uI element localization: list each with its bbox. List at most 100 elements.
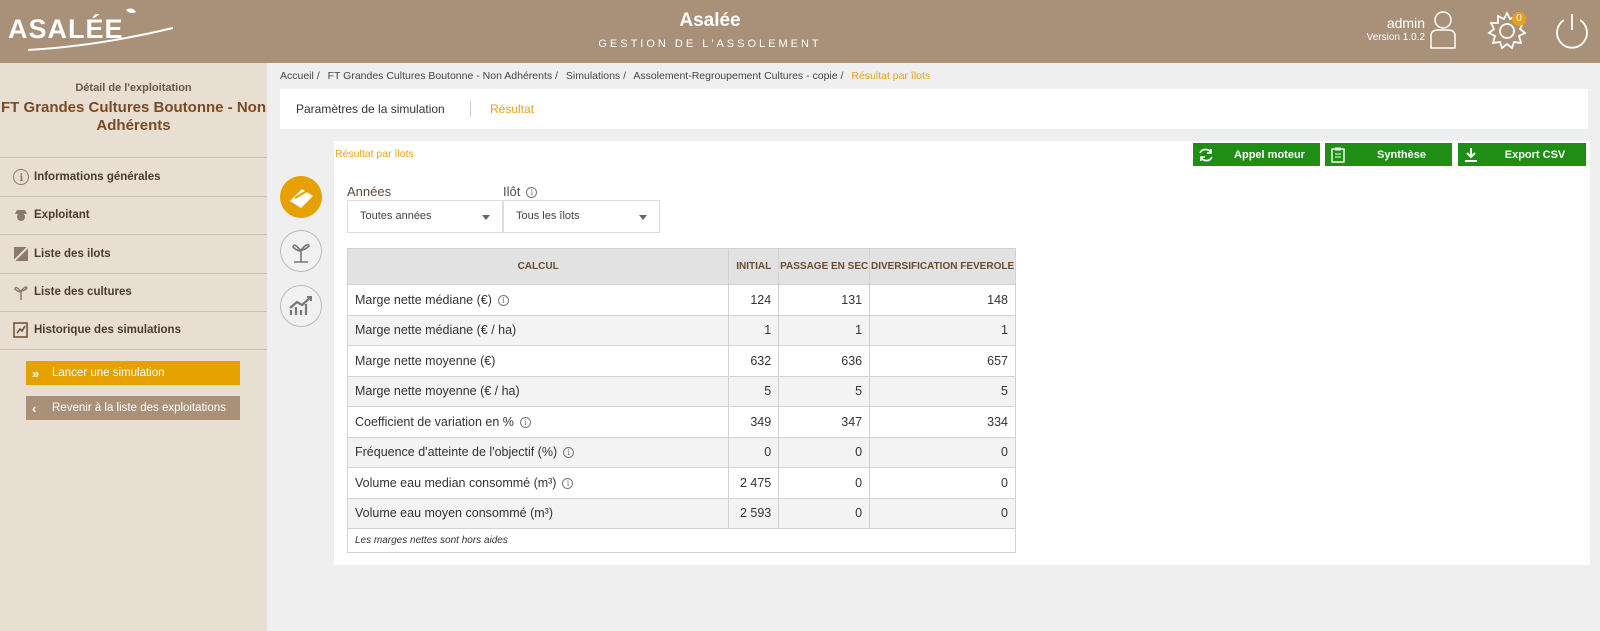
row-label-cell: Marge nette médiane (€ / ha) [346,314,730,346]
col-header-diversification: DIVERSIFICATION FEVEROLE [869,248,1016,285]
history-icon [13,322,28,338]
sidebar-item-cultures[interactable]: Liste des cultures [0,272,267,312]
row-label-cell: Fréquence d'atteinte de l'objectif (%) i [346,436,730,468]
col-header-passage-sec: PASSAGE EN SEC [778,248,871,285]
parcel-icon [13,246,29,262]
row-label: Volume eau moyen consommé (m³) [355,506,553,521]
col-header-initial: INITIAL [728,248,780,285]
app-title: Asalée [679,10,741,31]
subtab-resultat-ilots[interactable]: Résultat par îlots [335,148,414,160]
info-icon[interactable]: i [562,477,574,489]
user-name[interactable]: admin [1387,15,1425,31]
refresh-icon [1199,148,1213,161]
breadcrumb-simulation[interactable]: Assolement-Regroupement Cultures - copie… [633,70,843,82]
value-cell: 0 [869,436,1016,468]
value-cell: 1 [778,314,871,346]
export-csv-label: Export CSV [1504,148,1566,161]
years-select[interactable]: Toutes années [347,200,503,233]
sidebar-item-ilots[interactable]: Liste des ilots [0,234,267,273]
value-cell: 0 [778,467,871,499]
table-footer-row: Les marges nettes sont hors aides [347,528,1016,553]
value-cell: 0 [778,497,871,529]
row-label-cell: Volume eau moyen consommé (m³) [346,497,730,529]
ilot-label-wrap: Ilôt i [503,184,538,199]
results-table: CALCUL INITIAL PASSAGE EN SEC DIVERSIFIC… [346,248,1016,553]
back-to-farms-label: Revenir à la liste des exploitations [52,402,226,414]
info-icon[interactable]: i [526,187,538,199]
chevron-left-icon: ‹ [32,400,37,416]
value-cell: 1 [728,314,780,346]
user-icon[interactable] [1428,10,1458,50]
synthese-button[interactable]: Synthèse [1325,143,1452,166]
table-row: Volume eau moyen consommé (m³) 2 593 0 0 [346,497,1016,529]
tab-divider [470,101,471,117]
launch-simulation-label: Lancer une simulation [52,367,165,379]
value-cell: 657 [869,345,1016,377]
power-icon[interactable] [1552,11,1592,51]
parcel-icon [290,189,313,208]
view-cultures-button[interactable] [280,230,322,272]
value-cell: 131 [778,284,871,316]
info-icon: i [13,168,29,185]
row-label: Marge nette médiane (€) [355,292,492,307]
table-footnote: Les marges nettes sont hors aides [347,528,1016,553]
tabs-bar: Paramètres de la simulation Résultat [280,89,1588,129]
row-label-cell: Volume eau median consommé (m³) i [346,467,730,499]
row-label: Marge nette moyenne (€ / ha) [355,384,520,399]
tab-resultat[interactable]: Résultat [490,102,534,116]
appel-moteur-button[interactable]: Appel moteur [1193,143,1320,166]
caret-down-icon [482,215,490,220]
row-label: Marge nette moyenne (€) [355,353,496,368]
download-icon [1465,147,1477,162]
value-cell: 0 [869,467,1016,499]
sidebar-item-exploitant[interactable]: Exploitant [0,195,267,235]
ilot-select-value: Tous les îlots [516,210,580,222]
app-version: Version 1.0.2 [1366,32,1425,43]
sidebar-item-historique[interactable]: Historique des simulations [0,311,267,350]
table-row: Marge nette médiane (€) i 124 131 148 [346,284,1016,316]
years-label: Années [347,184,392,199]
row-label: Fréquence d'atteinte de l'objectif (%) [355,445,558,460]
row-label: Volume eau median consommé (m³) [355,475,557,490]
breadcrumb-farm[interactable]: FT Grandes Cultures Boutonne - Non Adhér… [328,70,558,82]
table-row: Marge nette médiane (€ / ha) 1 1 1 [346,314,1016,346]
appel-moteur-label: Appel moteur [1234,148,1305,161]
breadcrumb-current: Résultat par îlots [851,70,931,82]
breadcrumb-simulations[interactable]: Simulations / [566,70,626,82]
row-label: Coefficient de variation en % [355,414,514,429]
value-cell: 148 [869,284,1016,316]
plant-icon [14,286,28,301]
ilot-select[interactable]: Tous les îlots [503,200,660,233]
app-subtitle: GESTION DE L'ASSOLEMENT [598,38,822,50]
value-cell: 5 [778,375,871,407]
row-label-cell: Marge nette moyenne (€ / ha) [346,375,730,407]
synthese-label: Synthèse [1377,148,1426,161]
svg-text:i: i [20,173,24,184]
sidebar-caption: Détail de l'exploitation [75,82,192,94]
launch-simulation-button[interactable]: » Lancer une simulation [26,361,240,385]
row-label-cell: Coefficient de variation en % i [346,406,730,438]
value-cell: 124 [728,284,780,316]
farm-title: FT Grandes Cultures Boutonne - Non Adhér… [1,99,266,134]
view-synthese-button[interactable] [280,285,322,327]
years-select-value: Toutes années [360,210,432,222]
info-icon[interactable]: i [519,416,531,428]
value-cell: 334 [869,406,1016,438]
ilot-label: Ilôt [503,184,521,199]
value-cell: 5 [869,375,1016,407]
back-to-farms-button[interactable]: ‹ Revenir à la liste des exploitations [26,396,240,420]
table-row: Marge nette moyenne (€) 632 636 657 [346,345,1016,377]
info-icon[interactable]: i [497,294,509,306]
sidebar-item-label: Informations générales [34,170,161,183]
sidebar-item-label: Exploitant [34,209,90,222]
sidebar-item-informations[interactable]: i Informations générales [0,157,267,196]
tab-parametres[interactable]: Paramètres de la simulation [296,102,445,116]
value-cell: 0 [869,497,1016,529]
view-ilots-button[interactable] [280,176,322,218]
value-cell: 2 593 [728,497,780,529]
breadcrumb-home[interactable]: Accueil / [280,70,320,82]
value-cell: 1 [869,314,1016,346]
info-icon[interactable]: i [563,447,575,459]
export-csv-button[interactable]: Export CSV [1458,143,1586,166]
value-cell: 0 [778,436,871,468]
